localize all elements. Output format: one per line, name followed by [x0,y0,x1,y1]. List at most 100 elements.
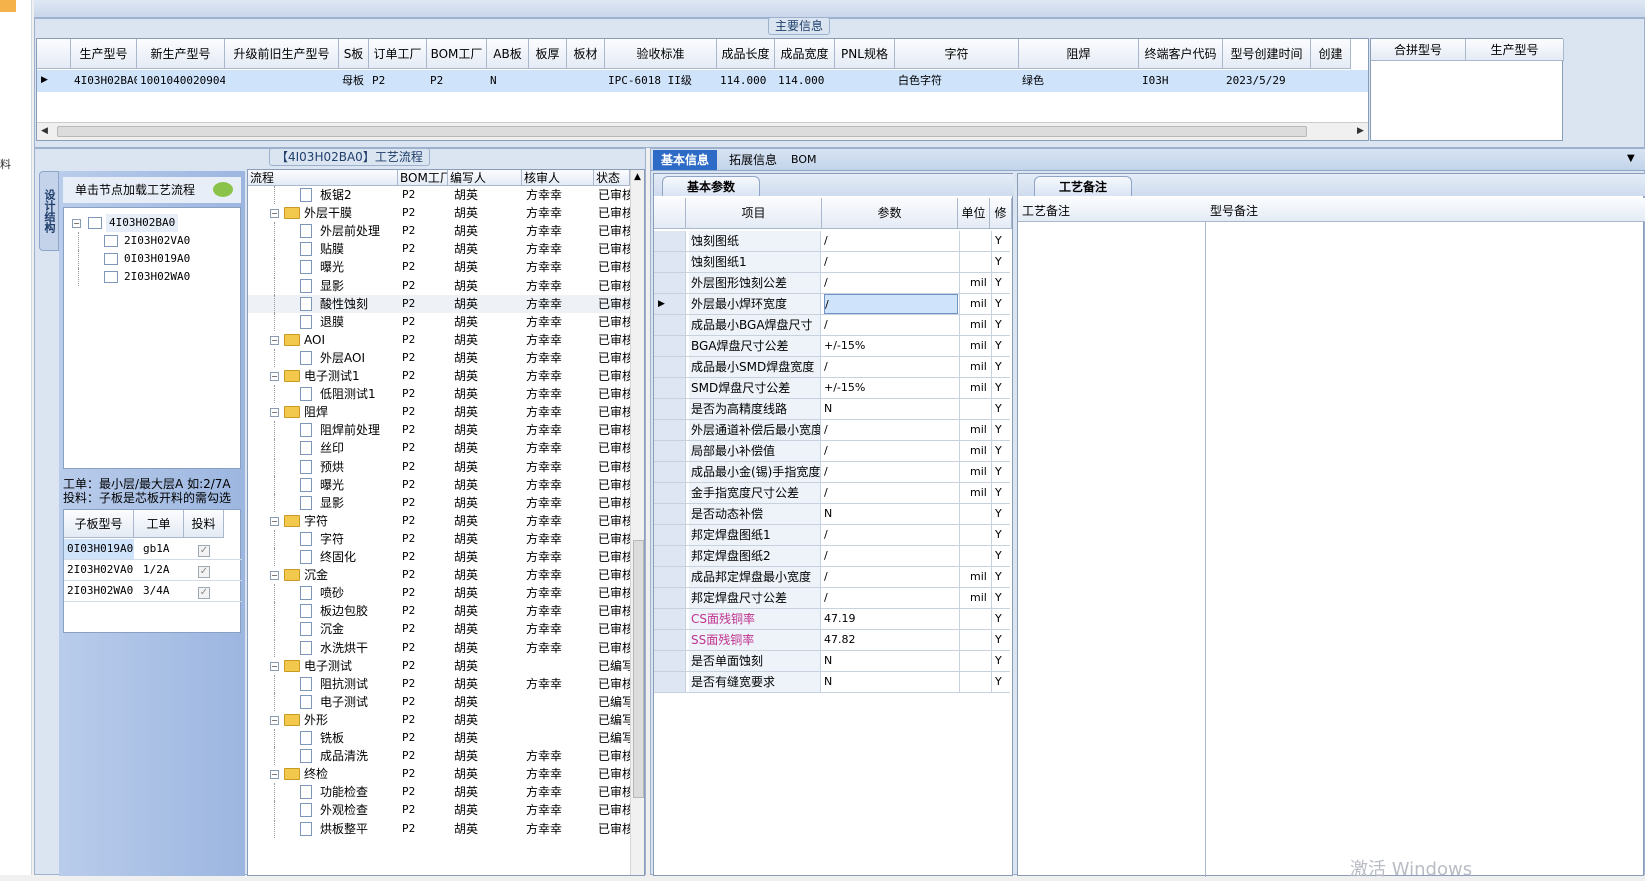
tab-bom[interactable]: BOM [783,150,825,170]
structure-tree-node[interactable]: 2I03H02WA0 [64,268,240,286]
feed-checkbox[interactable]: ✓ [198,563,210,578]
param-row[interactable]: BGA焊盘尺寸公差 +/-15% mil Y [654,336,1010,357]
flow-row[interactable]: 贴膜 P2 胡英 方幸幸 已审核 [248,240,643,259]
param-value[interactable]: / [824,420,958,440]
flow-row[interactable]: 曝光 P2 胡英 方幸幸 已审核 [248,258,643,277]
sub-board-grid[interactable]: 子板型号 工单 投料 0I03H019A0 gb1A ✓ 2I03H02VA0 1/2A ✓ 2I… [63,509,242,633]
param-row[interactable]: 邦定焊盘图纸2/ Y [654,546,1010,567]
model-remark-field[interactable] [1207,222,1645,877]
param-value[interactable]: 47.82 [824,630,958,650]
flow-row[interactable]: 显影 P2 胡英 方幸幸 已审核 [248,276,643,295]
flow-scroll-thumb[interactable] [633,540,644,798]
param-value[interactable]: / [824,483,958,503]
structure-tree[interactable]: − 4I03H02BA0 2I03H02VA0 0I03H019A0 2I03H02WA… [63,207,241,469]
param-row[interactable]: 蚀刻图纸 / Y [654,231,1010,252]
param-value[interactable]: / [824,462,958,482]
collapse-icon[interactable]: − [270,715,279,725]
main-info-grid[interactable]: 生产型号 新生产型号 升级前旧生产型号 S板 订单工厂 BOM工厂 AB板 板厚 板材 验收标准成… [36,38,1369,141]
param-value[interactable]: / [824,294,958,314]
param-row[interactable]: 外层通道补偿后最小宽度 / mil Y [654,420,1010,441]
param-value[interactable]: N [824,399,958,419]
collapse-icon[interactable]: − [270,209,279,219]
structure-tree-node[interactable]: − 4I03H02BA0 [64,214,240,232]
param-row[interactable]: 邦定焊盘尺寸公差 / mil Y [654,588,1010,609]
collapse-icon[interactable]: − [270,372,279,381]
param-row[interactable]: ▶ 外层最小焊环宽度 / mil Y [654,294,1010,315]
flow-row[interactable]: 水洗烘干 P2 胡英 方幸幸 已审核 [248,638,643,657]
flow-row[interactable]: 外观检查 P2 胡英 方幸幸 已审核 [248,801,643,820]
param-row[interactable]: 成品最小金(锡)手指宽度 / mil Y [654,462,1010,483]
flow-row[interactable]: − 字符 P2 胡英 方幸幸 已审核 [248,512,643,530]
param-value[interactable]: / [824,546,958,566]
param-value[interactable]: / [824,525,958,545]
tab-process-remarks[interactable]: 工艺备注 [1034,176,1133,196]
horizontal-scrollbar[interactable]: ◀ ▶ [37,122,1368,140]
param-value[interactable]: / [824,231,958,251]
sub-grid-row[interactable]: 0I03H019A0 gb1A ✓ [64,539,242,560]
feed-checkbox[interactable]: ✓ [198,584,210,599]
param-row[interactable]: 邦定焊盘图纸1/ Y [654,525,1010,546]
param-row[interactable]: 外层图形蚀刻公差 / mil Y [654,273,1010,294]
scroll-up-icon[interactable]: ▲ [634,172,641,182]
param-value[interactable]: / [824,588,958,608]
param-row[interactable]: SS面残铜率 47.82 Y [654,630,1010,651]
collapse-icon[interactable]: − [270,408,279,418]
flow-row[interactable]: 功能检查 P2 胡英 方幸幸 已审核 [248,783,643,802]
param-row[interactable]: 成品最小SMD焊盘宽度 / mil Y [654,357,1010,378]
param-value[interactable]: N [824,651,958,671]
structure-tree-node[interactable]: 2I03H02VA0 [64,232,240,250]
sub-grid-row[interactable]: 2I03H02VA0 1/2A ✓ [64,560,242,581]
flow-row[interactable]: 字符 P2 胡英 方幸幸 已审核 [248,529,643,548]
flow-row[interactable]: − AOI P2 胡英 方幸幸 已审核 [248,331,643,349]
param-row[interactable]: 成品最小BGA焊盘尺寸 / mil Y [654,315,1010,336]
flow-row[interactable]: 外层前处理 P2 胡英 方幸幸 已审核 [248,222,643,241]
param-value[interactable]: N [824,672,958,692]
flow-row[interactable]: − 沉金 P2 胡英 方幸幸 已审核 [248,566,643,584]
flow-row[interactable]: 成品清洗 P2 胡英 方幸幸 已审核 [248,747,643,766]
tab-basic-info[interactable]: 基本信息 [653,150,718,170]
sub-grid-row[interactable]: 2I03H02WA0 3/4A ✓ [64,581,242,602]
param-value[interactable]: N [824,504,958,524]
flow-row[interactable]: 沉金 P2 胡英 方幸幸 已审核 [248,620,643,639]
param-row[interactable]: SMD焊盘尺寸公差 +/-15% mil Y [654,378,1010,399]
flow-row[interactable]: 阻抗测试 P2 胡英 方幸幸 已审核 [248,674,643,693]
flow-row[interactable]: 电子测试 P2 胡英 已编写 [248,692,643,711]
left-strip-highlight[interactable] [0,0,16,12]
flow-row[interactable]: − 阻焊 P2 胡英 方幸幸 已审核 [248,403,643,421]
param-value[interactable]: 47.19 [824,609,958,629]
param-value[interactable]: / [824,252,958,272]
dropdown-arrow-icon[interactable]: ▼ [1627,153,1635,164]
tab-extended-info[interactable]: 拓展信息 [721,150,785,170]
param-value[interactable]: / [824,357,958,377]
flow-row[interactable]: − 电子测试 P2 胡英 已编写 [248,657,643,675]
param-value[interactable]: / [824,567,958,587]
scroll-right-icon[interactable]: ▶ [1357,126,1364,136]
flow-row[interactable]: − 外层干膜 P2 胡英 方幸幸 已审核 [248,204,643,222]
expand-icon[interactable]: − [72,219,81,228]
scroll-thumb[interactable] [57,126,1307,137]
flow-row[interactable]: 酸性蚀刻 P2 胡英 方幸幸 已审核 [248,294,643,313]
collapse-icon[interactable]: − [270,770,279,780]
design-structure-tab[interactable]: 设计结构 [39,171,59,251]
flow-grid[interactable]: 流程 BOM工厂 编写人 核审人 状态 板锯2 P2 胡英 方幸幸 已审核 − 外层干膜 P2 胡英 方幸… [247,169,645,876]
param-value[interactable]: / [824,441,958,461]
param-row[interactable]: 是否为高精度线路 N Y [654,399,1010,420]
param-row[interactable]: CS面残铜率 47.19 Y [654,609,1010,630]
param-value[interactable]: / [824,315,958,335]
process-remark-field[interactable] [1018,222,1206,877]
flow-row[interactable]: 低阻测试1 P2 胡英 方幸幸 已审核 [248,385,643,404]
flow-row[interactable]: 外层AOI P2 胡英 方幸幸 已审核 [248,348,643,367]
basic-params-grid[interactable]: 项目 参数 单位修 蚀刻图纸 / Y 蚀刻图纸1/Y 外层图形蚀刻公差 / mil Y ▶ 外层最小焊… [654,198,1012,877]
param-value[interactable]: +/-15% [824,378,958,398]
param-row[interactable]: 成品邦定焊盘最小宽度 / mil Y [654,567,1010,588]
flow-row[interactable]: 喷砂 P2 胡英 方幸幸 已审核 [248,584,643,603]
flow-row[interactable]: 烘板整平 P2 胡英 方幸幸 已审核 [248,819,643,838]
flow-row[interactable]: 丝印 P2 胡英 方幸幸 已审核 [248,439,643,458]
flow-row[interactable]: 板锯2 P2 胡英 方幸幸 已审核 [248,186,643,204]
param-row[interactable]: 金手指宽度尺寸公差 / mil Y [654,483,1010,504]
flow-row[interactable]: 铣板 P2 胡英 已编写 [248,729,643,747]
flow-row[interactable]: 终固化 P2 胡英 方幸幸 已审核 [248,548,643,566]
param-row[interactable]: 蚀刻图纸1/ Y [654,252,1010,273]
collapse-icon[interactable]: − [270,661,279,671]
collapse-icon[interactable]: − [270,335,279,345]
